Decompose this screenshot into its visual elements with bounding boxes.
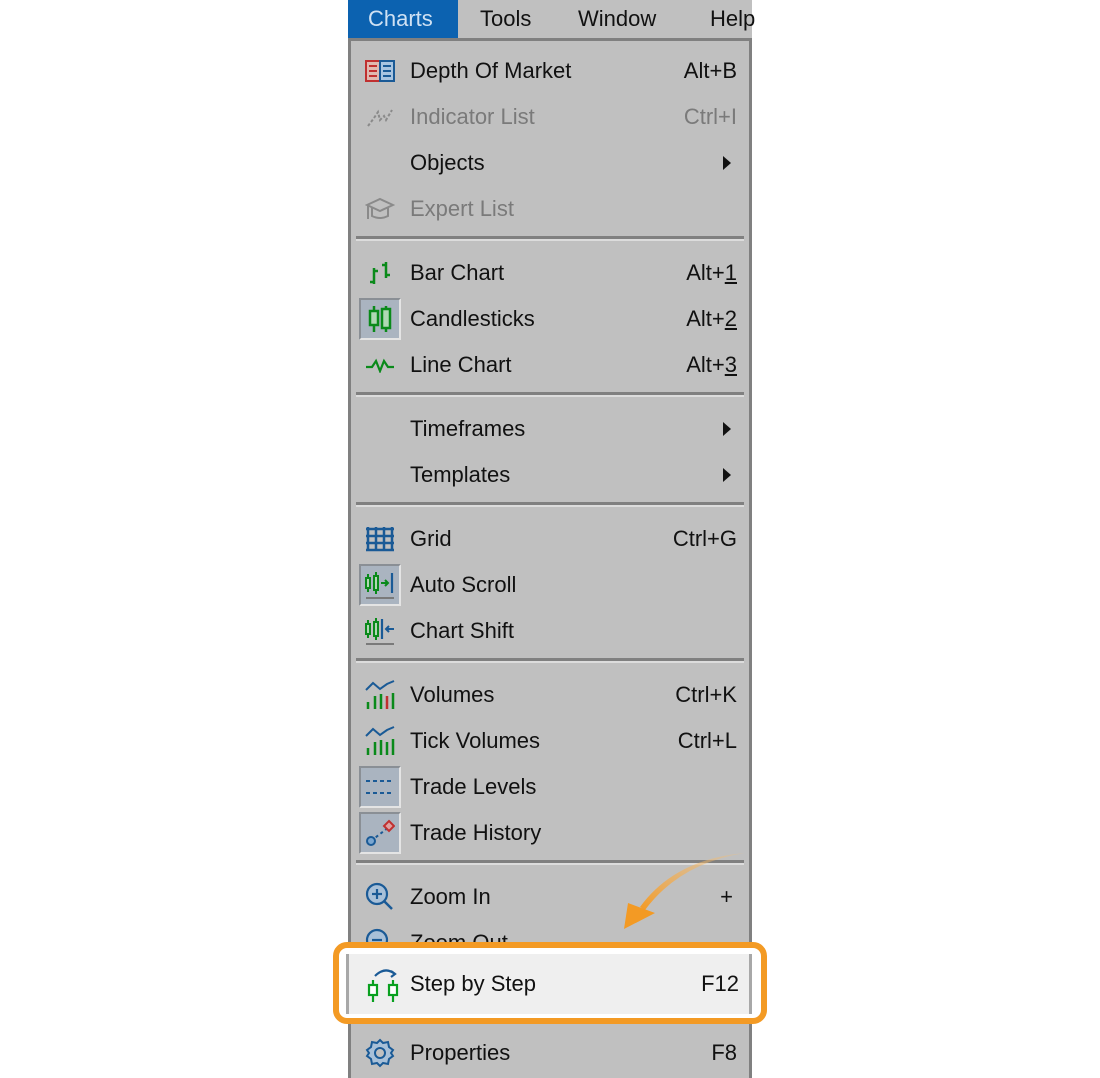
depth-of-market-icon — [359, 50, 401, 92]
shortcut-label: Ctrl+K — [675, 682, 737, 707]
menu-separator — [356, 658, 744, 663]
menu-item-tick-volumes[interactable]: Tick Volumes Ctrl+L — [351, 718, 749, 764]
menu-item-trade-levels[interactable]: Trade Levels — [351, 764, 749, 810]
submenu-arrow-icon — [723, 468, 731, 482]
auto-scroll-icon — [359, 564, 401, 606]
menu-item-timeframes[interactable]: Timeframes — [351, 406, 749, 452]
gear-icon — [359, 1032, 401, 1074]
menu-window[interactable]: Window — [558, 0, 676, 38]
shortcut-label: Ctrl+G — [672, 526, 737, 551]
shortcut-key: 3 — [724, 352, 737, 377]
shortcut-label: Ctrl+I — [683, 104, 737, 129]
shortcut-prefix: Alt+ — [686, 306, 725, 331]
shortcut-label: Ctrl+L — [677, 728, 737, 753]
menu-item-label: Auto Scroll — [410, 572, 517, 597]
indicator-list-icon — [359, 96, 401, 138]
menu-item-chart-shift[interactable]: Chart Shift — [351, 608, 749, 654]
menu-item-label: Indicator List — [410, 104, 535, 129]
menu-item-label: Timeframes — [410, 416, 526, 441]
shortcut-label: F8 — [711, 1040, 737, 1065]
bar-chart-icon — [359, 252, 401, 294]
menu-item-templates[interactable]: Templates — [351, 452, 749, 498]
shortcut-label: Alt+B — [683, 58, 737, 83]
shortcut-key: 2 — [724, 306, 737, 331]
menu-item-indicator-list[interactable]: Indicator List Ctrl+I — [351, 94, 749, 140]
menu-item-label: Objects — [410, 150, 485, 175]
submenu-arrow-icon — [723, 156, 731, 170]
menu-separator — [356, 236, 744, 241]
menu-item-trade-history[interactable]: Trade History — [351, 810, 749, 856]
menu-item-candlesticks[interactable]: Candlesticks Alt+2 — [351, 296, 749, 342]
menu-item-label: Zoom In — [410, 884, 491, 909]
menu-separator — [356, 860, 744, 865]
menu-item-properties[interactable]: Properties F8 — [351, 1030, 749, 1076]
menu-item-label: Properties — [410, 1040, 511, 1065]
menu-charts[interactable]: Charts — [348, 0, 458, 38]
menu-item-objects[interactable]: Objects — [351, 140, 749, 186]
menu-item-auto-scroll[interactable]: Auto Scroll — [351, 562, 749, 608]
grid-icon — [359, 518, 401, 560]
menu-item-line-chart[interactable]: Line Chart Alt+3 — [351, 342, 749, 388]
shortcut-label: F12 — [701, 971, 739, 996]
shortcut-label: Alt+3 — [686, 342, 737, 388]
menu-item-zoom-in[interactable]: Zoom In + — [351, 874, 749, 920]
graduation-cap-icon — [359, 188, 401, 230]
chart-shift-icon — [359, 610, 401, 652]
tick-volumes-icon — [359, 720, 401, 762]
volumes-icon — [359, 674, 401, 716]
menu-item-label: Candlesticks — [410, 306, 535, 331]
menu-separator — [356, 502, 744, 507]
shortcut-label: Alt+2 — [686, 296, 737, 342]
menu-item-label: Line Chart — [410, 352, 512, 377]
zoom-in-icon — [359, 876, 401, 918]
menu-item-label: Templates — [410, 462, 511, 487]
trade-levels-icon — [359, 766, 401, 808]
menu-separator — [356, 392, 744, 397]
menu-item-label: Volumes — [410, 682, 495, 707]
submenu-arrow-icon — [723, 422, 731, 436]
menu-item-label: Bar Chart — [410, 260, 505, 285]
line-chart-icon — [359, 344, 401, 386]
menu-item-grid[interactable]: Grid Ctrl+G — [351, 516, 749, 562]
menu-item-label: Chart Shift — [410, 618, 514, 643]
menu-item-bar-chart[interactable]: Bar Chart Alt+1 — [351, 250, 749, 296]
menu-item-step-by-step[interactable]: Step by Step F12 — [346, 954, 752, 1014]
menu-tools[interactable]: Tools — [460, 0, 551, 38]
trade-history-icon — [359, 812, 401, 854]
shortcut-key: 1 — [724, 260, 737, 285]
shortcut-label: + — [720, 884, 733, 909]
menu-item-label: Expert List — [410, 196, 514, 221]
menu-item-label: Depth Of Market — [410, 58, 572, 83]
menu-item-label: Tick Volumes — [410, 728, 541, 753]
charts-dropdown-menu: Depth Of Market Alt+B Indicator List Ctr… — [348, 38, 752, 1078]
shortcut-label: Alt+1 — [686, 250, 737, 296]
shortcut-prefix: Alt+ — [686, 260, 725, 285]
menu-item-label: Trade History — [410, 820, 542, 845]
menu-item-depth-of-market[interactable]: Depth Of Market Alt+B — [351, 48, 749, 94]
menu-item-expert-list[interactable]: Expert List — [351, 186, 749, 232]
step-by-step-icon — [365, 964, 405, 1004]
shortcut-prefix: Alt+ — [686, 352, 725, 377]
menu-item-volumes[interactable]: Volumes Ctrl+K — [351, 672, 749, 718]
menu-item-label: Trade Levels — [410, 774, 537, 799]
menu-item-label: Step by Step — [410, 971, 536, 996]
candlesticks-icon — [359, 298, 401, 340]
menu-bar: Charts Tools Window Help — [348, 0, 755, 38]
menu-item-label: Grid — [410, 526, 452, 551]
menu-help[interactable]: Help — [690, 0, 775, 38]
